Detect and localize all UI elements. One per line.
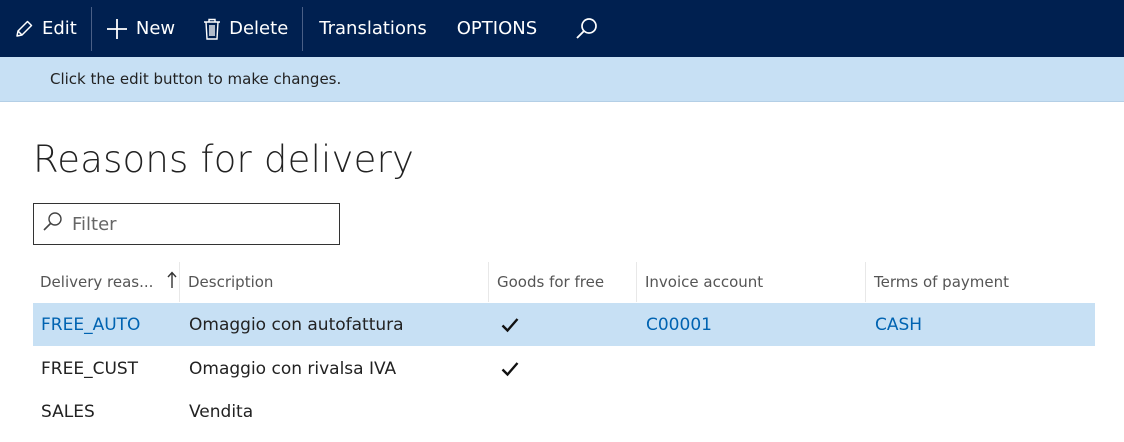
column-header-invoice-account[interactable]: Invoice account [637, 262, 866, 302]
search-icon [42, 211, 64, 237]
search-icon [575, 17, 599, 41]
checkmark-icon [501, 303, 519, 346]
description-cell: Omaggio con autofattura [189, 314, 404, 335]
pencil-icon [14, 19, 34, 39]
column-header-label: Invoice account [645, 273, 764, 291]
column-header-label: Goods for free [497, 273, 605, 291]
table-row[interactable]: FREE_AUTO Omaggio con autofattura C00001… [33, 303, 1095, 346]
action-pane: Edit New Delete Translations OPTIONS [0, 0, 1124, 57]
translations-button[interactable]: Translations [303, 0, 440, 57]
delivery-reason-cell[interactable]: SALES [41, 390, 95, 433]
column-header-terms-of-payment[interactable]: Terms of payment [866, 262, 1095, 302]
plus-icon [106, 18, 128, 40]
delete-label: Delete [229, 18, 289, 39]
grid-header: Delivery reas... Description Goods for f… [33, 262, 1095, 302]
options-tab[interactable]: OPTIONS [441, 0, 551, 57]
table-row[interactable]: SALES Vendita [33, 390, 1095, 433]
delete-button[interactable]: Delete [189, 0, 302, 57]
column-header-label: Description [188, 273, 274, 291]
translations-label: Translations [319, 18, 427, 39]
filter-box[interactable] [33, 203, 340, 245]
description-cell: Vendita [189, 401, 254, 422]
table-row[interactable]: FREE_CUST Omaggio con rivalsa IVA [33, 347, 1095, 390]
search-button[interactable] [551, 0, 613, 57]
edit-label: Edit [42, 18, 77, 39]
column-header-label: Delivery reas... [40, 273, 154, 291]
invoice-account-cell[interactable]: C00001 [646, 303, 712, 346]
info-message-text: Click the edit button to make changes. [50, 70, 342, 88]
page-title: Reasons for delivery [33, 138, 415, 181]
column-header-delivery-reason[interactable]: Delivery reas... [33, 262, 180, 302]
delivery-reason-cell[interactable]: FREE_CUST [41, 347, 138, 390]
options-label: OPTIONS [456, 18, 538, 39]
column-header-label: Terms of payment [874, 273, 1009, 291]
edit-button[interactable]: Edit [0, 0, 91, 57]
description-cell: Omaggio con rivalsa IVA [189, 358, 397, 379]
trash-icon [203, 18, 221, 40]
new-label: New [135, 18, 176, 39]
checkmark-icon [501, 347, 519, 390]
terms-of-payment-cell[interactable]: CASH [875, 303, 922, 346]
column-header-goods-for-free[interactable]: Goods for free [489, 262, 637, 302]
sort-ascending-icon [167, 271, 177, 293]
delivery-reason-cell[interactable]: FREE_AUTO [41, 303, 140, 346]
filter-input[interactable] [72, 213, 312, 235]
info-message-bar: Click the edit button to make changes. [0, 57, 1124, 102]
new-button[interactable]: New [92, 0, 189, 57]
column-header-description[interactable]: Description [180, 262, 489, 302]
